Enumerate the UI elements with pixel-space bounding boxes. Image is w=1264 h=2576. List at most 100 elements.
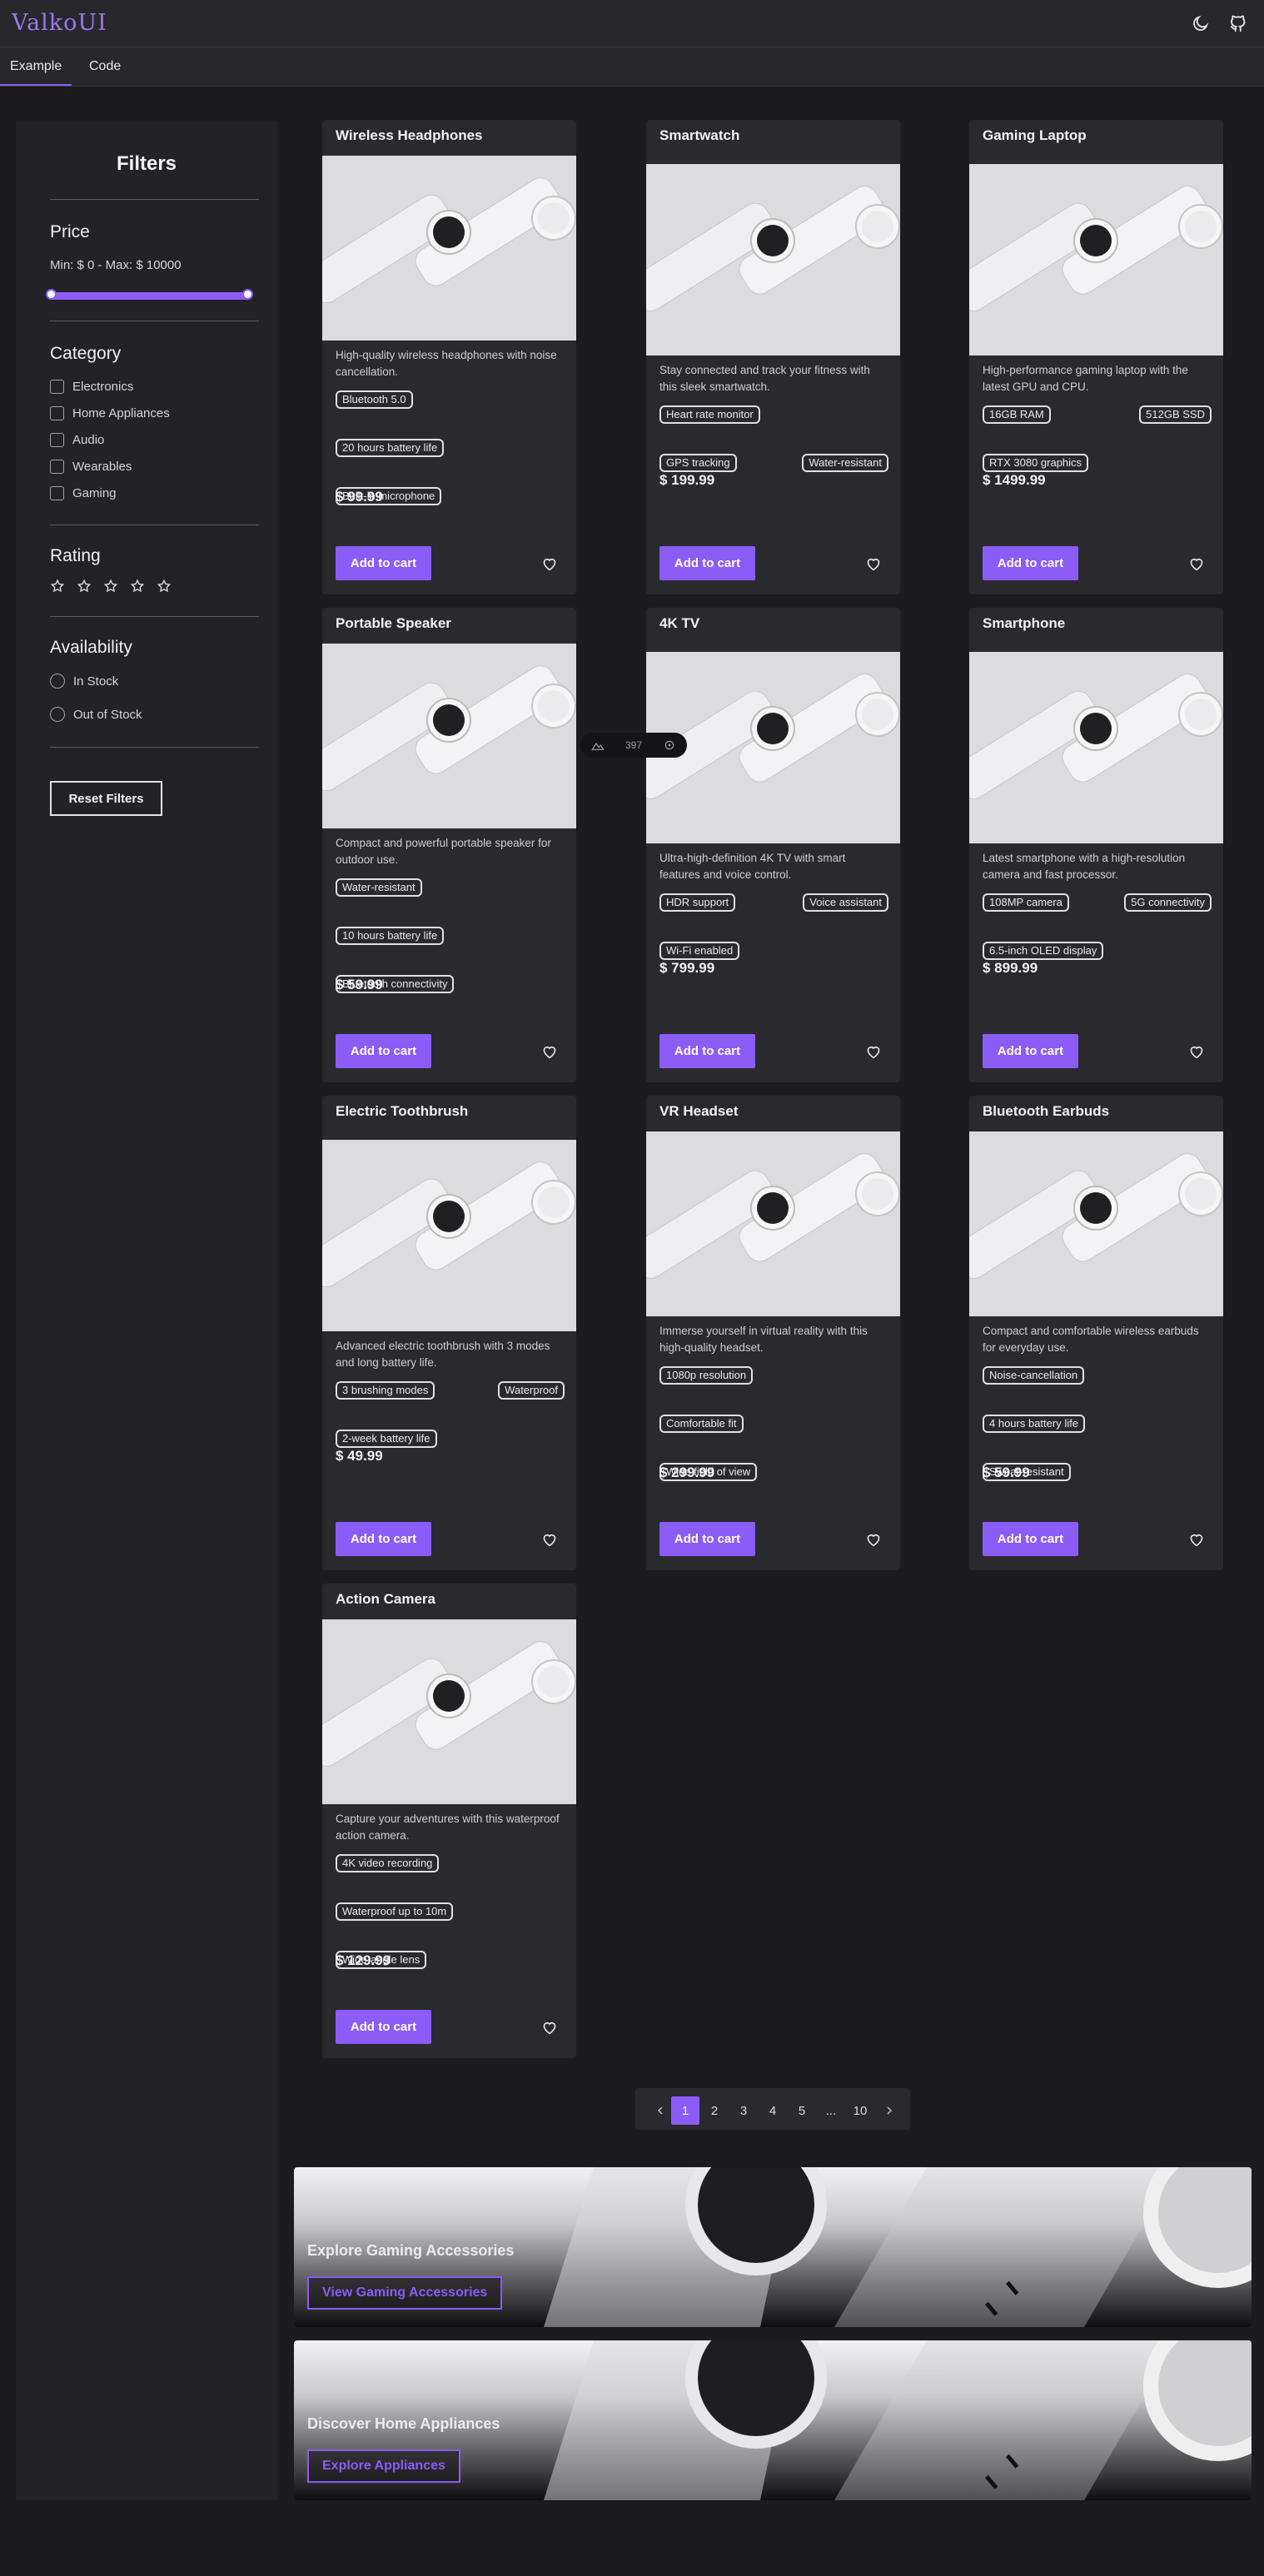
heart-icon[interactable] <box>1188 1044 1205 1059</box>
github-icon[interactable] <box>1228 13 1248 33</box>
add-to-cart-button[interactable]: Add to cart <box>659 546 755 580</box>
star-icon[interactable] <box>130 579 145 594</box>
checkbox[interactable] <box>50 406 64 420</box>
product-image[interactable] <box>322 644 576 828</box>
availability-option[interactable]: Out of Stock <box>50 707 142 722</box>
heart-icon[interactable] <box>541 1532 558 1547</box>
add-to-cart-button[interactable]: Add to cart <box>983 1034 1078 1068</box>
add-to-cart-button[interactable]: Add to cart <box>336 2010 431 2044</box>
page-button-3[interactable]: 3 <box>729 2096 758 2125</box>
heart-icon[interactable] <box>1188 1532 1205 1547</box>
star-icon[interactable] <box>103 579 118 594</box>
product-image-watch <box>969 186 1223 311</box>
add-to-cart-button[interactable]: Add to cart <box>336 546 431 580</box>
category-option[interactable]: Wearables <box>50 460 132 474</box>
add-to-cart-button[interactable]: Add to cart <box>336 1034 431 1068</box>
heart-icon[interactable] <box>865 1044 882 1059</box>
checkbox[interactable] <box>50 486 64 500</box>
checkbox[interactable] <box>50 433 64 447</box>
product-image[interactable] <box>322 156 576 341</box>
explore-appliances-button[interactable]: Explore Appliances <box>307 2449 460 2483</box>
product-title[interactable]: Wireless Headphones <box>336 127 483 144</box>
price-slider-max-handle[interactable] <box>242 289 253 300</box>
product-title[interactable]: 4K TV <box>659 615 699 632</box>
star-icon[interactable] <box>157 579 172 594</box>
moon-icon[interactable] <box>1191 13 1211 33</box>
product-image[interactable] <box>969 1131 1223 1316</box>
feature-tag: 5G connectivity <box>1124 893 1212 912</box>
divider <box>50 616 259 617</box>
product-description: Compact and powerful portable speaker fo… <box>336 837 551 866</box>
page-button-10[interactable]: 10 <box>846 2096 874 2125</box>
target-icon[interactable] <box>663 738 676 752</box>
product-description: High-performance gaming laptop with the … <box>983 364 1188 393</box>
product-image[interactable] <box>322 1619 576 1804</box>
star-icon[interactable] <box>50 579 65 594</box>
product-title[interactable]: Portable Speaker <box>336 615 451 632</box>
view-gaming-accessories-button[interactable]: View Gaming Accessories <box>307 2276 503 2310</box>
heart-icon[interactable] <box>865 1532 882 1547</box>
add-to-cart-button[interactable]: Add to cart <box>659 1034 755 1068</box>
top-bar: ValkoUI <box>0 0 1264 47</box>
page-button-2[interactable]: 2 <box>700 2096 729 2125</box>
product-title[interactable]: VR Headset <box>659 1103 738 1120</box>
price-slider-track[interactable] <box>50 292 248 300</box>
rating-title: Rating <box>50 546 101 565</box>
add-to-cart-button[interactable]: Add to cart <box>659 1522 755 1556</box>
heart-icon[interactable] <box>865 556 882 571</box>
add-to-cart-button[interactable]: Add to cart <box>983 1522 1078 1556</box>
product-title[interactable]: Gaming Laptop <box>983 127 1087 144</box>
product-title[interactable]: Bluetooth Earbuds <box>983 1103 1109 1120</box>
product-card: Portable Speaker Compact and powerful por… <box>322 608 576 1082</box>
checkbox[interactable] <box>50 460 64 474</box>
heart-icon[interactable] <box>541 1044 558 1059</box>
add-to-cart-button[interactable]: Add to cart <box>336 1522 431 1556</box>
heart-icon[interactable] <box>541 556 558 571</box>
page-button-1[interactable]: 1 <box>671 2096 699 2125</box>
product-image[interactable] <box>969 164 1223 356</box>
radio-button[interactable] <box>50 674 65 689</box>
product-image[interactable] <box>969 652 1223 843</box>
pagination: 1 2 3 4 5 ... 10 <box>635 2088 910 2130</box>
next-page-button[interactable] <box>875 2096 903 2125</box>
category-option[interactable]: Home Appliances <box>50 406 170 420</box>
category-option[interactable]: Electronics <box>50 380 133 394</box>
appliances-banner: Discover Home Appliances Explore Applian… <box>294 2340 1252 2500</box>
feature-tag: 10 hours battery life <box>336 927 445 945</box>
category-option[interactable]: Audio <box>50 433 104 447</box>
feature-tags: HDR support Voice assistant Wi-Fi enabled <box>659 893 888 960</box>
mountain-icon[interactable] <box>590 739 605 751</box>
product-title[interactable]: Smartwatch <box>659 127 739 144</box>
product-image-watch <box>969 1153 1223 1279</box>
product-price: $ 59.99 <box>983 1465 1030 1480</box>
tab-example[interactable]: Example <box>0 59 72 86</box>
feature-tag: RTX 3080 graphics <box>983 454 1089 472</box>
tab-code[interactable]: Code <box>89 59 121 74</box>
star-icon[interactable] <box>77 579 92 594</box>
product-image[interactable] <box>646 1131 900 1316</box>
product-image[interactable] <box>646 164 900 356</box>
product-card: Wireless Headphones High-quality wireless… <box>322 120 576 594</box>
radio-button[interactable] <box>50 707 65 722</box>
product-image[interactable] <box>322 1140 576 1331</box>
brand-logo[interactable]: ValkoUI <box>12 10 107 36</box>
product-title[interactable]: Electric Toothbrush <box>336 1103 468 1120</box>
page-button-5[interactable]: 5 <box>788 2096 816 2125</box>
price-slider-min-handle[interactable] <box>46 289 57 300</box>
prev-page-button[interactable] <box>646 2096 674 2125</box>
add-to-cart-button[interactable]: Add to cart <box>983 546 1078 580</box>
product-image-watch <box>322 177 576 303</box>
category-option[interactable]: Gaming <box>50 486 117 500</box>
feature-tag: Bluetooth 5.0 <box>336 390 413 409</box>
reset-filters-button[interactable]: Reset Filters <box>50 781 162 816</box>
product-title[interactable]: Smartphone <box>983 615 1065 632</box>
page-button-4[interactable]: 4 <box>759 2096 787 2125</box>
feature-tag: Waterproof <box>498 1381 565 1400</box>
product-title[interactable]: Action Camera <box>336 1591 435 1608</box>
divider <box>50 747 259 748</box>
heart-icon[interactable] <box>1188 556 1205 571</box>
availability-option[interactable]: In Stock <box>50 674 118 689</box>
heart-icon[interactable] <box>541 2020 558 2035</box>
gaming-banner: Explore Gaming Accessories View Gaming A… <box>294 2167 1252 2327</box>
checkbox[interactable] <box>50 380 64 394</box>
